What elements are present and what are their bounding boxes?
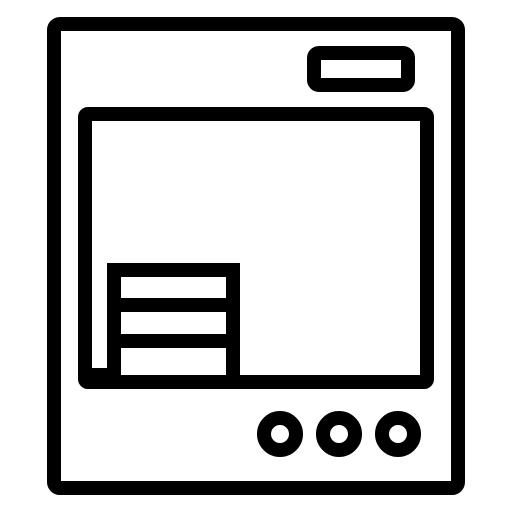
button-2-icon bbox=[316, 411, 362, 457]
button-1-icon bbox=[257, 411, 303, 457]
stacked-blocks-outline bbox=[107, 263, 240, 389]
top-slot bbox=[307, 46, 415, 92]
icon-canvas bbox=[0, 0, 512, 512]
stacked-blocks bbox=[107, 263, 240, 389]
appliance-with-screen-icon bbox=[47, 17, 465, 495]
button-3-icon bbox=[375, 411, 421, 457]
